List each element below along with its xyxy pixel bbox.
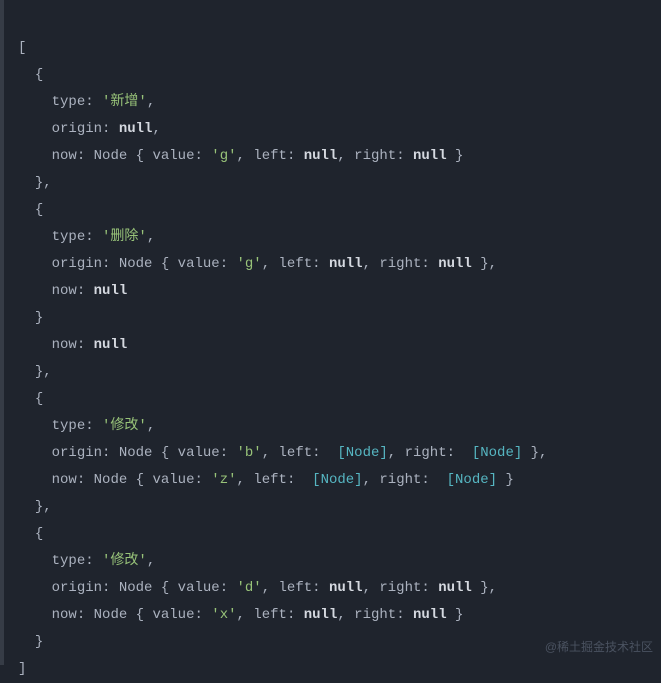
watermark: @稀土掘金技术社区 [545,634,653,661]
bracket-close: ] [18,661,26,677]
bracket-open: [ [18,40,26,56]
code-block: [ { type: '新增', origin: null, now: Node … [18,8,661,683]
